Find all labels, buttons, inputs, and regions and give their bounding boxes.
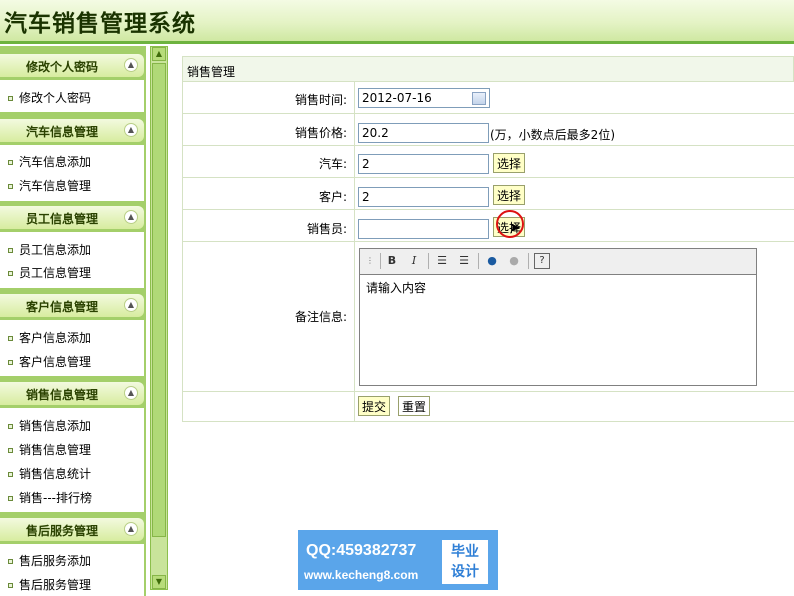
- customer-input[interactable]: [358, 187, 489, 207]
- row-car: 汽车: 选择: [182, 146, 794, 178]
- sidebar-section-car[interactable]: 汽车信息管理 ▲: [0, 119, 144, 142]
- sidebar-section-body: 汽车信息添加 汽车信息管理: [0, 145, 144, 201]
- sidebar-item-manage-service[interactable]: 售后服务管理: [8, 576, 91, 593]
- bullet-icon: [8, 248, 13, 253]
- sidebar-item-manage-employee[interactable]: 员工信息管理: [8, 264, 91, 281]
- bullet-icon: [8, 184, 13, 189]
- bullet-icon: [8, 271, 13, 276]
- sidebar-section-body: 修改个人密码: [0, 80, 144, 112]
- label-car: 汽车:: [318, 157, 347, 171]
- collapse-icon[interactable]: ▲: [124, 522, 138, 536]
- collapse-icon[interactable]: ▲: [124, 386, 138, 400]
- sidebar-section-title: 售后服务管理: [25, 524, 98, 538]
- sidebar-item-add-employee[interactable]: 员工信息添加: [8, 241, 91, 258]
- select-car-button[interactable]: 选择: [493, 153, 526, 173]
- sidebar-section-title: 修改个人密码: [25, 60, 98, 74]
- bullet-icon: [8, 583, 13, 588]
- editor-content[interactable]: 请输入内容: [360, 275, 756, 300]
- scroll-up-icon[interactable]: ▲: [152, 47, 166, 61]
- label-customer: 客户:: [318, 190, 347, 204]
- row-salesman: 销售员: 选择 ➤: [182, 210, 794, 242]
- sidebar-item-add-sale[interactable]: 销售信息添加: [8, 417, 91, 434]
- sale-price-input[interactable]: [358, 123, 489, 143]
- calendar-icon[interactable]: [472, 92, 486, 105]
- sidebar: 修改个人密码 ▲ 修改个人密码 汽车信息管理 ▲ 汽车信息添加 汽车信息管理 员…: [0, 46, 146, 596]
- salesman-input[interactable]: [358, 219, 489, 239]
- toolbar-handle-icon: ⋮: [366, 256, 374, 265]
- bullet-icon: [8, 96, 13, 101]
- row-actions: 提交 重置: [182, 392, 794, 422]
- italic-icon[interactable]: I: [406, 253, 422, 269]
- form-title: 销售管理: [182, 56, 794, 82]
- collapse-icon[interactable]: ▲: [124, 210, 138, 224]
- app-header: 汽车销售管理系统: [0, 0, 794, 44]
- car-input[interactable]: [358, 154, 489, 174]
- sidebar-section-title: 员工信息管理: [25, 212, 98, 226]
- bullet-icon: [8, 472, 13, 477]
- watermark-url: www.kecheng8.com: [304, 568, 419, 582]
- sidebar-item-add-customer[interactable]: 客户信息添加: [8, 329, 91, 346]
- bullet-icon: [8, 448, 13, 453]
- bullet-icon: [8, 336, 13, 341]
- collapse-icon[interactable]: ▲: [124, 123, 138, 137]
- sidebar-item-manage-customer[interactable]: 客户信息管理: [8, 353, 91, 370]
- label-remark: 备注信息:: [294, 310, 347, 324]
- label-sale-time: 销售时间:: [294, 93, 347, 107]
- sidebar-section-after-sales[interactable]: 售后服务管理 ▲: [0, 518, 144, 541]
- sidebar-section-customer[interactable]: 客户信息管理 ▲: [0, 294, 144, 317]
- editor-toolbar: ⋮ B I ☰ ☰ ● ● ?: [360, 249, 756, 275]
- sidebar-section-sales[interactable]: 销售信息管理 ▲: [0, 382, 144, 405]
- sidebar-section-title: 客户信息管理: [25, 300, 98, 314]
- row-sale-time: 销售时间:: [182, 82, 794, 114]
- scroll-down-icon[interactable]: ▼: [152, 575, 166, 589]
- row-sale-price: 销售价格: (万，小数点后最多2位): [182, 114, 794, 146]
- watermark-badge: 毕业 设计: [442, 540, 488, 584]
- row-remark: 备注信息: ⋮ B I ☰ ☰ ● ● ? 请输入内容: [182, 242, 794, 392]
- bold-icon[interactable]: B: [384, 253, 400, 269]
- sidebar-item-sale-stats[interactable]: 销售信息统计: [8, 465, 91, 482]
- watermark-qq: QQ:459382737: [306, 542, 417, 559]
- submit-button[interactable]: 提交: [358, 396, 391, 416]
- sidebar-item-sale-ranking[interactable]: 销售---排行榜: [8, 489, 92, 506]
- sidebar-scrollbar[interactable]: ▲ ▼: [150, 46, 168, 590]
- collapse-icon[interactable]: ▲: [124, 298, 138, 312]
- collapse-icon[interactable]: ▲: [124, 58, 138, 72]
- label-sale-price: 销售价格:: [294, 126, 347, 140]
- bullet-icon: [8, 559, 13, 564]
- sidebar-item-change-password[interactable]: 修改个人密码: [8, 89, 91, 106]
- watermark: QQ:459382737 www.kecheng8.com 毕业 设计: [298, 530, 498, 590]
- sidebar-section-title: 销售信息管理: [25, 388, 98, 402]
- unlink-icon[interactable]: ●: [506, 253, 522, 269]
- sidebar-item-add-service[interactable]: 售后服务添加: [8, 552, 91, 569]
- bullet-icon: [8, 496, 13, 501]
- row-customer: 客户: 选择: [182, 178, 794, 210]
- sidebar-section-title: 汽车信息管理: [25, 125, 98, 139]
- sale-time-input[interactable]: [358, 88, 490, 108]
- scroll-thumb[interactable]: [152, 63, 166, 537]
- cursor-icon: ➤: [509, 220, 521, 236]
- app-title: 汽车销售管理系统: [4, 11, 196, 37]
- sidebar-section-password[interactable]: 修改个人密码 ▲: [0, 54, 144, 77]
- select-customer-button[interactable]: 选择: [493, 185, 526, 205]
- bullet-icon: [8, 160, 13, 165]
- sidebar-item-manage-sale[interactable]: 销售信息管理: [8, 441, 91, 458]
- help-icon[interactable]: ?: [534, 253, 550, 269]
- price-note: (万，小数点后最多2位): [490, 128, 615, 142]
- sidebar-item-manage-car[interactable]: 汽车信息管理: [8, 177, 91, 194]
- sidebar-section-body: 售后服务添加 售后服务管理: [0, 544, 144, 596]
- bullet-icon: [8, 360, 13, 365]
- sidebar-section-employee[interactable]: 员工信息管理 ▲: [0, 206, 144, 229]
- label-salesman: 销售员:: [306, 222, 347, 236]
- rich-text-editor[interactable]: ⋮ B I ☰ ☰ ● ● ? 请输入内容: [359, 248, 757, 386]
- link-icon[interactable]: ●: [484, 253, 500, 269]
- unordered-list-icon[interactable]: ☰: [456, 253, 472, 269]
- ordered-list-icon[interactable]: ☰: [434, 253, 450, 269]
- bullet-icon: [8, 424, 13, 429]
- sidebar-section-body: 客户信息添加 客户信息管理: [0, 320, 144, 376]
- sidebar-section-body: 员工信息添加 员工信息管理: [0, 232, 144, 288]
- sidebar-section-body: 销售信息添加 销售信息管理 销售信息统计 销售---排行榜: [0, 408, 144, 512]
- reset-button[interactable]: 重置: [398, 396, 431, 416]
- sidebar-item-add-car[interactable]: 汽车信息添加: [8, 153, 91, 170]
